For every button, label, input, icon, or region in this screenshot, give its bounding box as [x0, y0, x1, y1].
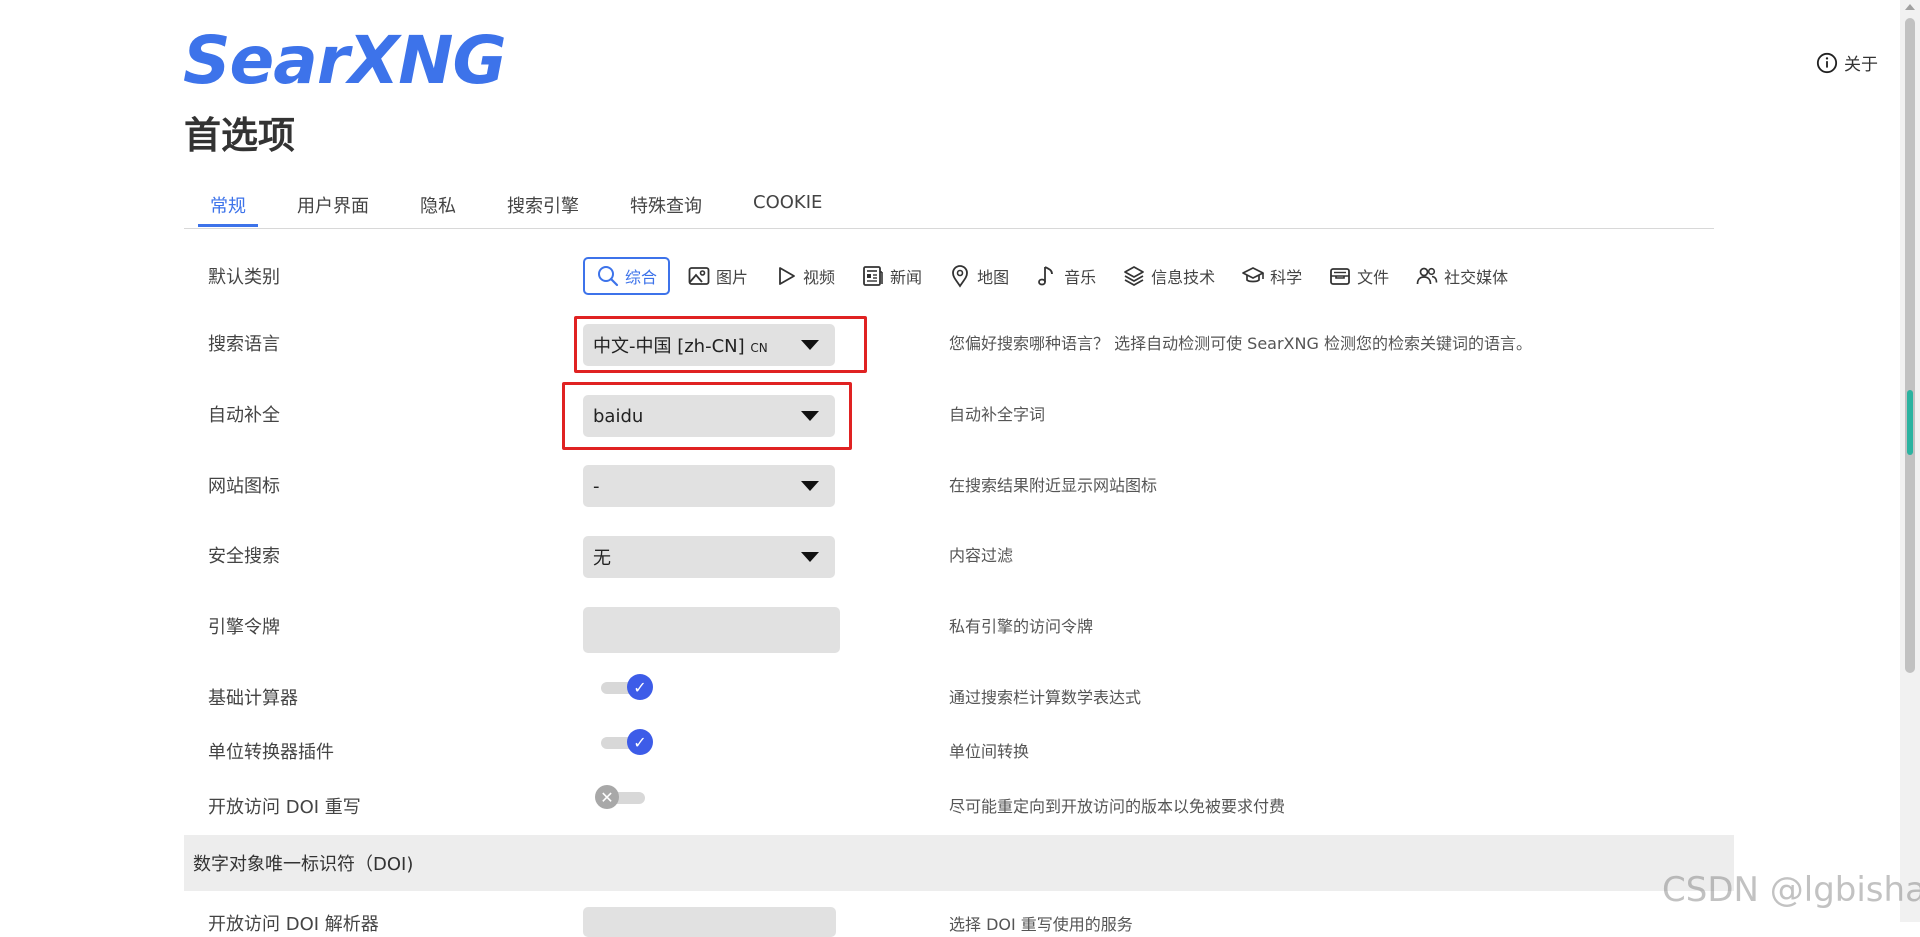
open-access-doi-help: 尽可能重定向到开放访问的版本以免被要求付费: [949, 797, 1286, 816]
tab-user-interface[interactable]: 用户界面: [297, 184, 369, 226]
safe-search-select[interactable]: 无: [583, 536, 835, 578]
engine-tokens-label: 引擎令牌: [208, 617, 280, 638]
favicon-help: 在搜索结果附近显示网站图标: [949, 476, 1158, 495]
basic-calculator-help: 通过搜索栏计算数学表达式: [949, 688, 1142, 707]
tab-engines[interactable]: 搜索引擎: [507, 184, 579, 226]
category-label: 社交媒体: [1444, 268, 1509, 287]
favicon-label: 网站图标: [208, 476, 280, 497]
doi-section-header: 数字对象唯一标识符（DOI): [184, 835, 1734, 891]
category-label: 科学: [1270, 268, 1303, 287]
preferences-tabs: 常规 用户界面 隐私 搜索引擎 特殊查询 COOKIE: [184, 184, 1714, 229]
category-files[interactable]: 文件: [1319, 257, 1398, 295]
category-videos[interactable]: 视频: [765, 257, 844, 295]
category-label: 地图: [977, 268, 1010, 287]
favicon-select[interactable]: -: [583, 465, 835, 507]
autocomplete-help: 自动补全字词: [949, 405, 1046, 424]
play-icon: [779, 267, 795, 285]
engine-tokens-input[interactable]: [583, 607, 840, 653]
check-icon: ✓: [627, 674, 653, 700]
doi-resolver-label: 开放访问 DOI 解析器: [208, 914, 379, 935]
category-social-media[interactable]: 社交媒体: [1406, 257, 1517, 295]
watermark: CSDN @lgbisha: [1662, 870, 1920, 910]
unit-converter-help: 单位间转换: [949, 742, 1030, 761]
search-language-help: 您偏好搜索哪种语言？ 选择自动检测可使 SearXNG 检测您的检索关键词的语言…: [949, 334, 1532, 353]
category-map[interactable]: 地图: [939, 257, 1018, 295]
safe-search-help: 内容过滤: [949, 546, 1014, 565]
category-news[interactable]: 新闻: [852, 257, 931, 295]
close-icon: ✕: [595, 785, 619, 809]
engine-tokens-help: 私有引擎的访问令牌: [949, 617, 1094, 636]
layers-icon: [1124, 266, 1144, 286]
category-label: 新闻: [890, 268, 923, 287]
tab-privacy[interactable]: 隐私: [420, 184, 456, 226]
category-science[interactable]: 科学: [1232, 257, 1311, 295]
doi-resolver-select[interactable]: [583, 907, 836, 937]
doi-resolver-help: 选择 DOI 重写使用的服务: [949, 915, 1133, 934]
map-pin-icon: [952, 265, 968, 288]
about-label: 关于: [1844, 55, 1878, 75]
category-music[interactable]: 音乐: [1026, 257, 1105, 295]
favicon-value: -: [593, 475, 600, 497]
unit-converter-label: 单位转换器插件: [208, 742, 334, 763]
category-label: 文件: [1357, 268, 1390, 287]
category-label: 信息技术: [1151, 268, 1216, 287]
chevron-down-icon: [801, 481, 819, 491]
category-selector: 综合 图片 视频 新闻 地图 音乐 信息技术 科学 文件 社交媒体: [583, 257, 1525, 295]
file-tray-icon: [1330, 268, 1351, 285]
tab-general[interactable]: 常规: [198, 184, 258, 227]
basic-calculator-toggle[interactable]: ✓: [601, 674, 653, 702]
searxng-logo[interactable]: SearXNG: [183, 24, 507, 98]
open-access-doi-toggle[interactable]: ✕: [595, 784, 653, 812]
newspaper-icon: [863, 266, 883, 286]
category-label: 图片: [716, 268, 749, 287]
music-note-icon: [1038, 266, 1053, 286]
category-general[interactable]: 综合: [583, 257, 671, 295]
default-category-label: 默认类别: [208, 267, 280, 288]
info-icon: [1816, 52, 1838, 73]
scrollbar-thumb[interactable]: [1905, 18, 1915, 673]
safe-search-value: 无: [593, 548, 611, 569]
unit-converter-toggle[interactable]: ✓: [601, 729, 653, 757]
graduation-cap-icon: [1242, 267, 1264, 283]
search-icon: [598, 266, 619, 287]
people-icon: [1416, 267, 1438, 285]
doi-section-title: 数字对象唯一标识符（DOI): [193, 854, 414, 875]
category-images[interactable]: 图片: [678, 257, 757, 295]
safe-search-label: 安全搜索: [208, 546, 280, 567]
autocomplete-label: 自动补全: [208, 405, 280, 426]
open-access-doi-label: 开放访问 DOI 重写: [208, 797, 361, 818]
category-it[interactable]: 信息技术: [1113, 257, 1224, 295]
highlight-box: [562, 382, 852, 450]
category-label: 综合: [625, 268, 658, 287]
check-icon: ✓: [627, 729, 653, 755]
image-icon: [688, 267, 710, 285]
scrollbar-position-marker: [1907, 390, 1913, 455]
tab-special-queries[interactable]: 特殊查询: [630, 184, 702, 226]
category-label: 音乐: [1064, 268, 1097, 287]
category-label: 视频: [803, 268, 836, 287]
tab-cookies[interactable]: COOKIE: [753, 184, 822, 226]
chevron-down-icon: [801, 552, 819, 562]
basic-calculator-label: 基础计算器: [208, 688, 298, 709]
page-title: 首选项: [184, 114, 295, 157]
about-link[interactable]: 关于: [1816, 50, 1878, 75]
search-language-label: 搜索语言: [208, 334, 280, 355]
highlight-box: [574, 316, 867, 373]
scroll-up-arrow-icon[interactable]: [1905, 4, 1915, 10]
